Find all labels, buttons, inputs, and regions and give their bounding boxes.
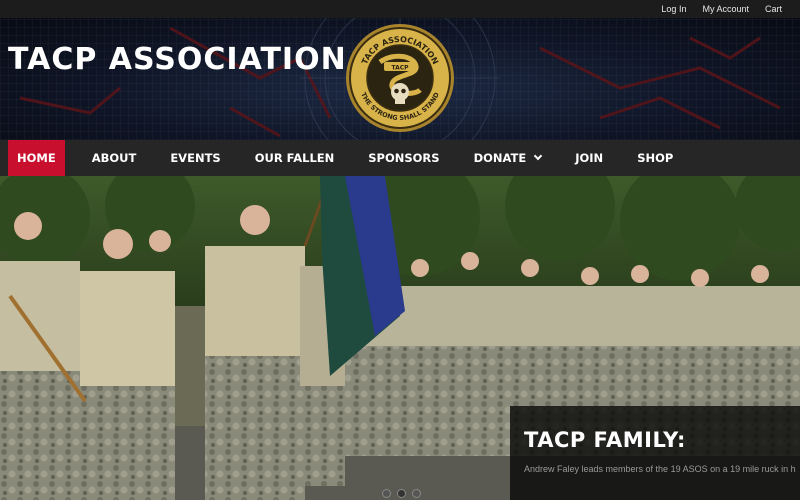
main-nav: HOME ABOUT EVENTS OUR FALLEN SPONSORS DO… <box>0 140 800 176</box>
logo-banner-text: TACP <box>391 65 409 72</box>
nav-sponsors[interactable]: SPONSORS <box>359 140 448 176</box>
nav-donate[interactable]: DONATE <box>465 140 551 176</box>
chevron-down-icon <box>533 151 543 161</box>
slide-caption-text: Andrew Faley leads members of the 19 ASO… <box>524 464 796 474</box>
nav-shop[interactable]: SHOP <box>628 140 682 176</box>
tacp-association-logo[interactable]: TACP ASSOCIATION THE STRONG SHALL STAND … <box>344 22 456 134</box>
cart-link[interactable]: Cart <box>765 4 782 14</box>
nav-about[interactable]: ABOUT <box>83 140 146 176</box>
slide-caption: TACP FAMILY: Andrew Faley leads members … <box>510 406 800 500</box>
nav-events[interactable]: EVENTS <box>161 140 229 176</box>
slide-dot-1[interactable] <box>382 489 391 498</box>
slide-pagination <box>382 489 421 498</box>
utility-bar: Log In My Account Cart <box>0 0 800 18</box>
nav-our-fallen[interactable]: OUR FALLEN <box>246 140 344 176</box>
nav-donate-label: DONATE <box>473 151 527 165</box>
login-link[interactable]: Log In <box>661 4 686 14</box>
site-header: TACP ASSOCIATION TACP ASSOCIATION THE ST… <box>0 18 800 140</box>
slide-dot-2[interactable] <box>397 489 406 498</box>
slide-caption-title[interactable]: TACP FAMILY: <box>524 428 686 452</box>
nav-home[interactable]: HOME <box>8 140 65 176</box>
my-account-link[interactable]: My Account <box>702 4 749 14</box>
nav-join[interactable]: JOIN <box>566 140 612 176</box>
slide-dot-3[interactable] <box>412 489 421 498</box>
site-title[interactable]: TACP ASSOCIATION <box>8 42 347 77</box>
